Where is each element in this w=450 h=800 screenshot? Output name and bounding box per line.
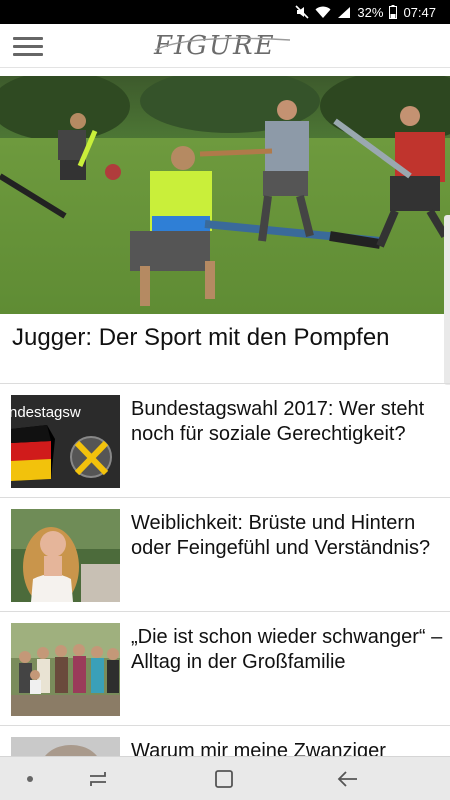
article-title[interactable]: Weiblichkeit: Brüste und Hintern oder Fe… bbox=[131, 511, 443, 561]
list-item[interactable]: „Die ist schon wieder schwanger“ – Allta… bbox=[0, 611, 450, 725]
list-item[interactable]: Weiblichkeit: Brüste und Hintern oder Fe… bbox=[0, 497, 450, 611]
home-icon[interactable] bbox=[194, 757, 254, 800]
article-title[interactable]: „Die ist schon wieder schwanger“ – Allta… bbox=[131, 625, 443, 675]
article-thumbnail[interactable]: ndestagsw bbox=[11, 395, 120, 488]
hamburger-menu-icon[interactable] bbox=[8, 32, 48, 60]
recent-apps-icon[interactable] bbox=[68, 757, 128, 800]
article-thumbnail[interactable] bbox=[11, 509, 120, 602]
wifi-icon bbox=[315, 6, 331, 19]
system-nav-bar bbox=[0, 756, 450, 800]
dot-icon[interactable] bbox=[0, 757, 60, 800]
hero-article[interactable]: Jugger: Der Sport mit den Pompfen bbox=[0, 76, 450, 386]
hero-title[interactable]: Jugger: Der Sport mit den Pompfen bbox=[12, 323, 432, 352]
svg-text:ndestagsw: ndestagsw bbox=[11, 404, 81, 421]
article-title[interactable]: Bundestagswahl 2017: Wer steht noch für … bbox=[131, 397, 443, 447]
battery-icon bbox=[389, 5, 398, 19]
back-icon[interactable] bbox=[318, 757, 378, 800]
list-item[interactable]: ndestagsw Bundestagswahl 2017: Wer steht… bbox=[0, 383, 450, 497]
status-bar: 32% 07:47 bbox=[0, 0, 450, 24]
app-header: FIGURE bbox=[0, 24, 450, 68]
signal-icon bbox=[337, 6, 351, 19]
article-list: ndestagsw Bundestagswahl 2017: Wer steht… bbox=[0, 383, 450, 800]
svg-text:FIGURE: FIGURE bbox=[153, 31, 276, 61]
clock: 07:47 bbox=[403, 4, 436, 20]
battery-percent: 32% bbox=[357, 4, 384, 20]
hero-image[interactable] bbox=[0, 76, 450, 314]
mute-icon bbox=[295, 5, 309, 19]
brand-logo[interactable]: FIGURE bbox=[150, 30, 300, 62]
scroll-edge bbox=[444, 215, 450, 385]
article-thumbnail[interactable] bbox=[11, 623, 120, 716]
